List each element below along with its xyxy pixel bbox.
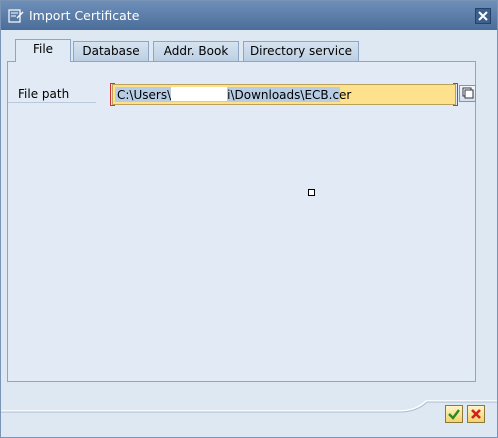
tab-file[interactable]: File	[15, 39, 71, 62]
file-path-value: C:\Users\ i\Downloads\ECB.cer	[117, 87, 351, 102]
ok-button[interactable]	[445, 405, 463, 423]
import-certificate-dialog: Import Certificate File Database Addr. B…	[0, 0, 498, 438]
tab-database[interactable]: Database	[73, 41, 149, 61]
tab-panel-file: File path C:\Users\ i\Downloads\ECB.cer	[7, 61, 476, 382]
certificate-import-icon	[8, 9, 24, 23]
tab-addr-book[interactable]: Addr. Book	[153, 41, 239, 61]
tab-directory-service[interactable]: Directory service	[243, 41, 359, 61]
dialog-footer	[1, 399, 497, 437]
value-help-icon[interactable]	[459, 85, 476, 102]
footer-divider	[1, 400, 497, 413]
title-bar[interactable]: Import Certificate	[1, 1, 497, 30]
cancel-button[interactable]	[467, 405, 485, 423]
dialog-title: Import Certificate	[29, 8, 140, 23]
checkmark-icon	[448, 409, 460, 420]
redacted-username	[171, 87, 228, 101]
file-path-value-suffix: i\Downloads\ECB.cer	[227, 88, 352, 102]
cancel-icon	[471, 409, 481, 419]
tab-strip: File Database Addr. Book Directory servi…	[7, 39, 493, 62]
file-path-value-prefix: C:\Users\	[117, 88, 172, 102]
mouse-cursor	[308, 189, 315, 196]
file-path-input[interactable]: C:\Users\ i\Downloads\ECB.cer	[110, 83, 458, 106]
required-marker-right	[453, 83, 458, 106]
label-separator	[8, 102, 96, 103]
close-icon[interactable]	[475, 8, 491, 24]
file-path-label: File path	[18, 87, 70, 101]
